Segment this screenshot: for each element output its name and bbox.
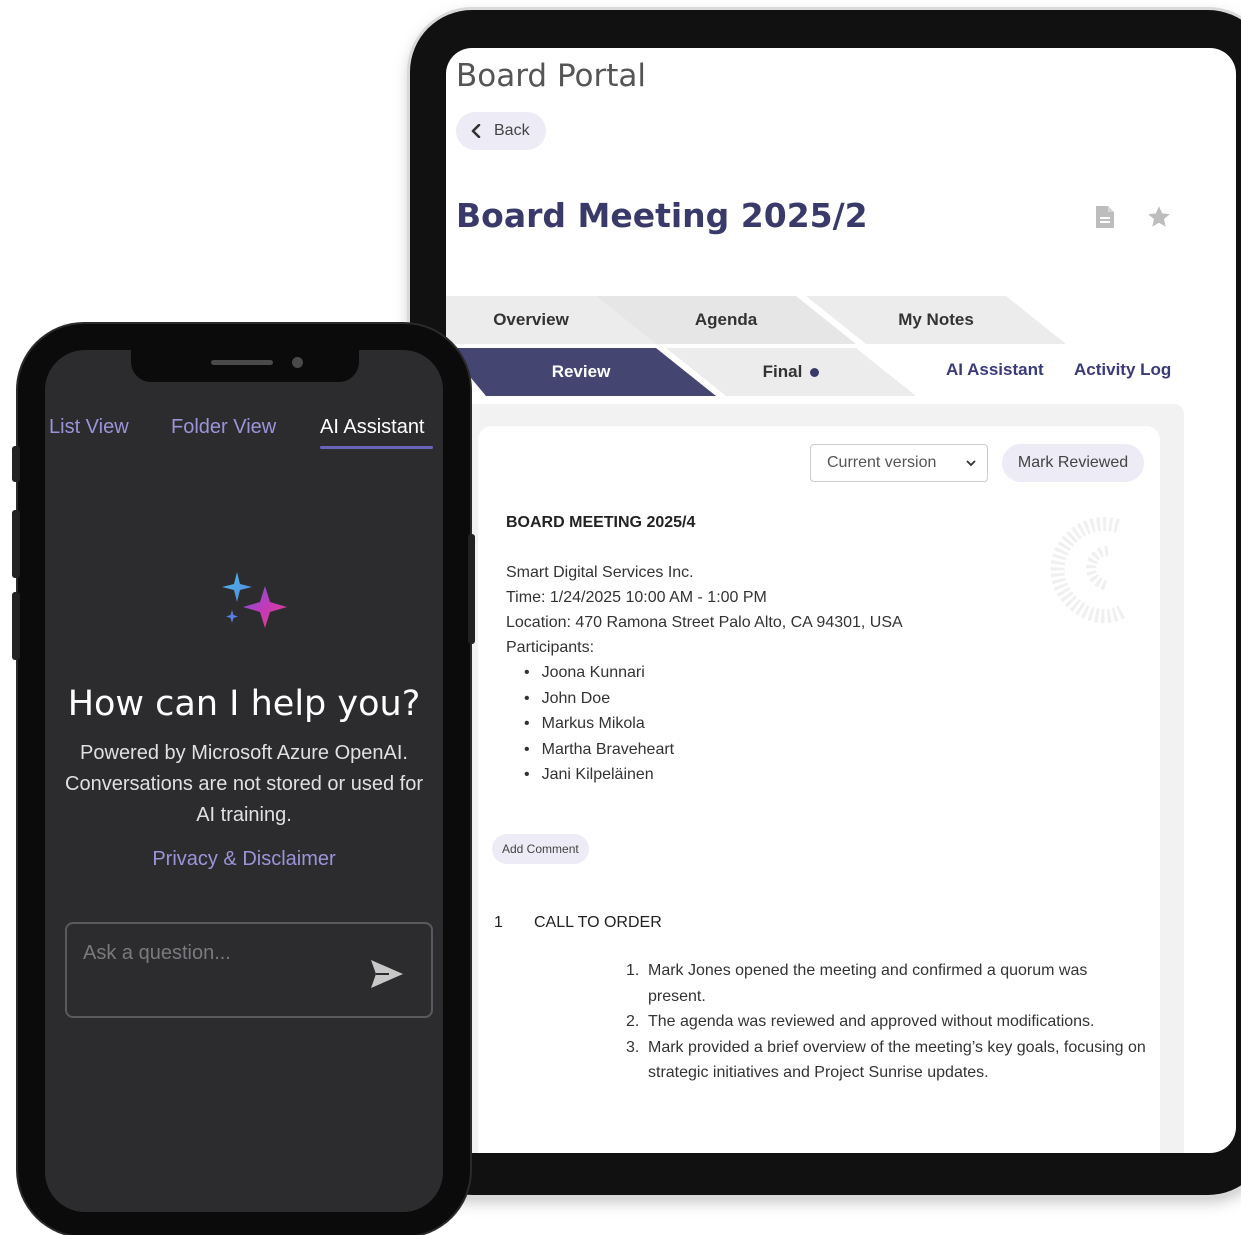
list-item: Markus Mikola [524,711,674,737]
tab-final-label: Final [762,362,803,381]
sparkle-icon [222,572,287,628]
minute-text: Mark Jones opened the meeting and confir… [648,962,1088,1005]
back-label: Back [494,122,530,139]
tab-folder-view[interactable]: Folder View [171,416,276,439]
tab-my-notes-label: My Notes [898,310,974,329]
tab-ai-assistant[interactable]: AI Assistant [946,360,1044,380]
speaker [211,360,273,365]
participants-list: Joona Kunnari John Doe Markus Mikola Mar… [524,660,675,788]
privacy-disclaimer-link[interactable]: Privacy & Disclaimer [45,848,443,871]
star-icon[interactable] [1146,204,1172,230]
minute-text: The agenda was reviewed and approved wit… [648,1013,1095,1030]
document-card: Current version Mark Reviewed BOARD MEET… [478,426,1160,1153]
tab-ai-assistant-active[interactable]: AI Assistant [320,416,425,439]
version-select[interactable]: Current version [810,444,988,482]
list-item: 3. Mark provided a brief overview of the … [626,1035,1146,1086]
mute-switch [12,446,20,482]
version-select-value: Current version [827,454,937,471]
volume-down-button [12,592,20,660]
add-comment-button[interactable]: Add Comment [492,834,589,864]
tab-activity-log[interactable]: Activity Log [1074,360,1171,380]
list-item: Joona Kunnari [524,660,674,686]
active-tab-indicator [320,446,433,449]
meeting-details: Smart Digital Services Inc. Time: 1/24/2… [506,560,903,660]
list-item: 1. Mark Jones opened the meeting and conf… [626,958,1146,1009]
tab-review-label: Review [551,362,611,381]
send-icon [371,960,403,988]
participants-label: Participants: [506,639,595,656]
tab-overview-label: Overview [493,310,569,329]
document-panel: Current version Mark Reviewed BOARD MEET… [456,404,1184,1153]
list-item: John Doe [524,686,674,712]
camera [292,357,303,368]
tablet-device: Board Portal Back Board Meeting 2025/2 O… [410,10,1241,1195]
mark-reviewed-button[interactable]: Mark Reviewed [1002,444,1144,482]
help-subtitle: Powered by Microsoft Azure OpenAI. Conve… [65,742,423,826]
document-icon[interactable] [1094,204,1116,230]
minute-text: Mark provided a brief overview of the me… [648,1038,1146,1082]
tab-list-view[interactable]: List View [49,416,129,439]
unread-dot-icon [810,367,820,377]
ask-question-box[interactable] [65,922,433,1018]
phone-notch [131,350,359,382]
portal-title: Board Portal [456,58,647,94]
power-button [468,534,475,644]
tablet-screen: Board Portal Back Board Meeting 2025/2 O… [446,48,1236,1153]
phone-screen: List View Folder View AI Assistant How c… [45,350,443,1212]
list-item: Martha Braveheart [524,737,675,763]
meeting-time: Time: 1/24/2025 10:00 AM - 1:00 PM [506,589,767,606]
minutes-list: 1. Mark Jones opened the meeting and conf… [626,958,1146,1086]
watermark-logo-icon [1050,517,1127,623]
company-name: Smart Digital Services Inc. [506,564,694,581]
volume-up-button [12,510,20,578]
chevron-down-icon [966,460,976,467]
help-title: How can I help you? [67,684,421,724]
meeting-location: Location: 470 Ramona Street Palo Alto, C… [506,614,903,631]
ask-question-input[interactable] [83,938,353,968]
document-heading: BOARD MEETING 2025/4 [506,514,696,531]
chevron-left-icon [471,124,481,138]
section-title: CALL TO ORDER [534,914,662,931]
back-button[interactable]: Back [456,112,546,150]
page-title: Board Meeting 2025/2 [456,196,868,235]
tab-agenda-label: Agenda [694,310,758,329]
section-number: 1 [494,914,503,931]
phone-device: List View Folder View AI Assistant How c… [12,324,470,1235]
list-item: Jani Kilpeläinen [524,762,674,788]
list-item: 2. The agenda was reviewed and approved w… [626,1009,1146,1035]
send-button[interactable] [367,954,407,994]
